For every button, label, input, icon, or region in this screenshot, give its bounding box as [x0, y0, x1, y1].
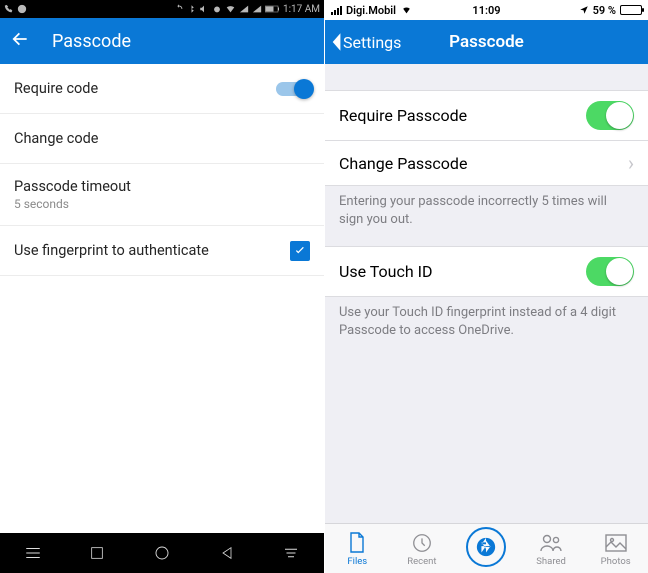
tab-recent[interactable]: Recent	[390, 524, 455, 573]
back-button[interactable]: Settings	[325, 31, 401, 53]
back-button[interactable]	[10, 29, 30, 53]
tab-camera[interactable]	[454, 524, 519, 573]
row-label: Require code	[14, 80, 98, 97]
row-label: Require Passcode	[339, 106, 467, 125]
fingerprint-row[interactable]: Use fingerprint to authenticate	[0, 226, 324, 276]
clock-icon	[411, 532, 433, 554]
change-code-row[interactable]: Change code	[0, 114, 324, 164]
row-sublabel: 5 seconds	[14, 197, 131, 211]
tab-bar: Files Recent Shared Photos	[325, 523, 648, 573]
nav-home-icon[interactable]	[153, 544, 171, 562]
tab-photos[interactable]: Photos	[583, 524, 648, 573]
chevron-left-icon	[329, 31, 343, 53]
nav-overview-icon[interactable]	[282, 544, 300, 562]
status-time: 11:09	[472, 4, 500, 17]
ios-screen: Digi.Mobil 11:09 59 % Settings Passcode …	[324, 0, 648, 573]
tab-label: Files	[347, 556, 367, 567]
ios-nav-bar: Settings Passcode	[325, 20, 648, 64]
phone-icon	[4, 4, 14, 14]
tab-shared[interactable]: Shared	[519, 524, 584, 573]
people-icon	[539, 533, 563, 553]
android-nav-bar	[0, 533, 324, 573]
fingerprint-checkbox[interactable]	[290, 241, 310, 261]
tab-label: Shared	[536, 556, 566, 567]
tab-label: Photos	[601, 556, 631, 567]
android-app-bar: Passcode	[0, 18, 324, 64]
photo-icon	[604, 533, 628, 553]
require-code-row[interactable]: Require code	[0, 64, 324, 114]
spotify-icon	[17, 4, 27, 14]
chevron-right-icon: ›	[628, 151, 634, 175]
row-label: Change Passcode	[339, 154, 467, 173]
page-title: Passcode	[449, 32, 524, 52]
settings-list: Require code Change code Passcode timeou…	[0, 64, 324, 533]
nav-back-icon[interactable]	[219, 545, 235, 561]
tab-files[interactable]: Files	[325, 524, 390, 573]
mute-icon	[199, 4, 209, 14]
require-passcode-row[interactable]: Require Passcode	[325, 90, 648, 141]
ios-status-bar: Digi.Mobil 11:09 59 %	[325, 0, 648, 20]
android-screen: 1:17 AM Passcode Require code Change cod…	[0, 0, 324, 573]
battery-icon	[265, 4, 280, 14]
row-label: Use fingerprint to authenticate	[14, 242, 209, 259]
file-icon	[348, 532, 366, 554]
row-label: Passcode timeout	[14, 178, 131, 195]
back-label: Settings	[343, 33, 401, 52]
arrow-left-icon	[10, 29, 30, 49]
page-title: Passcode	[52, 31, 131, 52]
sync-icon	[174, 4, 184, 14]
require-code-toggle[interactable]	[276, 82, 310, 96]
touchid-footer: Use your Touch ID fingerprint instead of…	[325, 297, 648, 339]
touch-id-switch[interactable]	[586, 257, 634, 286]
carrier-label: Digi.Mobil	[346, 4, 396, 17]
nav-recent-icon[interactable]	[89, 545, 105, 561]
location-icon	[579, 5, 589, 15]
nav-menu-icon[interactable]	[24, 544, 42, 562]
alarm-icon	[212, 4, 222, 14]
tab-label: Recent	[407, 556, 436, 567]
bluetooth-icon	[187, 4, 196, 14]
settings-body: Require Passcode Change Passcode › Enter…	[325, 64, 648, 523]
passcode-timeout-row[interactable]: Passcode timeout 5 seconds	[0, 164, 324, 226]
android-status-bar: 1:17 AM	[0, 0, 324, 18]
attempts-footer: Entering your passcode incorrectly 5 tim…	[325, 186, 648, 228]
touch-id-row[interactable]: Use Touch ID	[325, 246, 648, 297]
battery-label: 59 %	[593, 4, 616, 17]
require-passcode-switch[interactable]	[586, 101, 634, 130]
check-icon	[293, 244, 307, 258]
wifi-icon	[400, 5, 413, 15]
wifi-icon	[225, 4, 236, 14]
row-label: Use Touch ID	[339, 262, 433, 281]
change-passcode-row[interactable]: Change Passcode ›	[325, 141, 648, 186]
signal-icon	[331, 6, 342, 15]
status-time: 1:17 AM	[283, 4, 320, 15]
battery-icon	[620, 5, 642, 15]
signal-icon	[239, 4, 249, 14]
signal-icon	[252, 4, 262, 14]
row-label: Change code	[14, 130, 98, 147]
aperture-icon	[475, 536, 497, 558]
